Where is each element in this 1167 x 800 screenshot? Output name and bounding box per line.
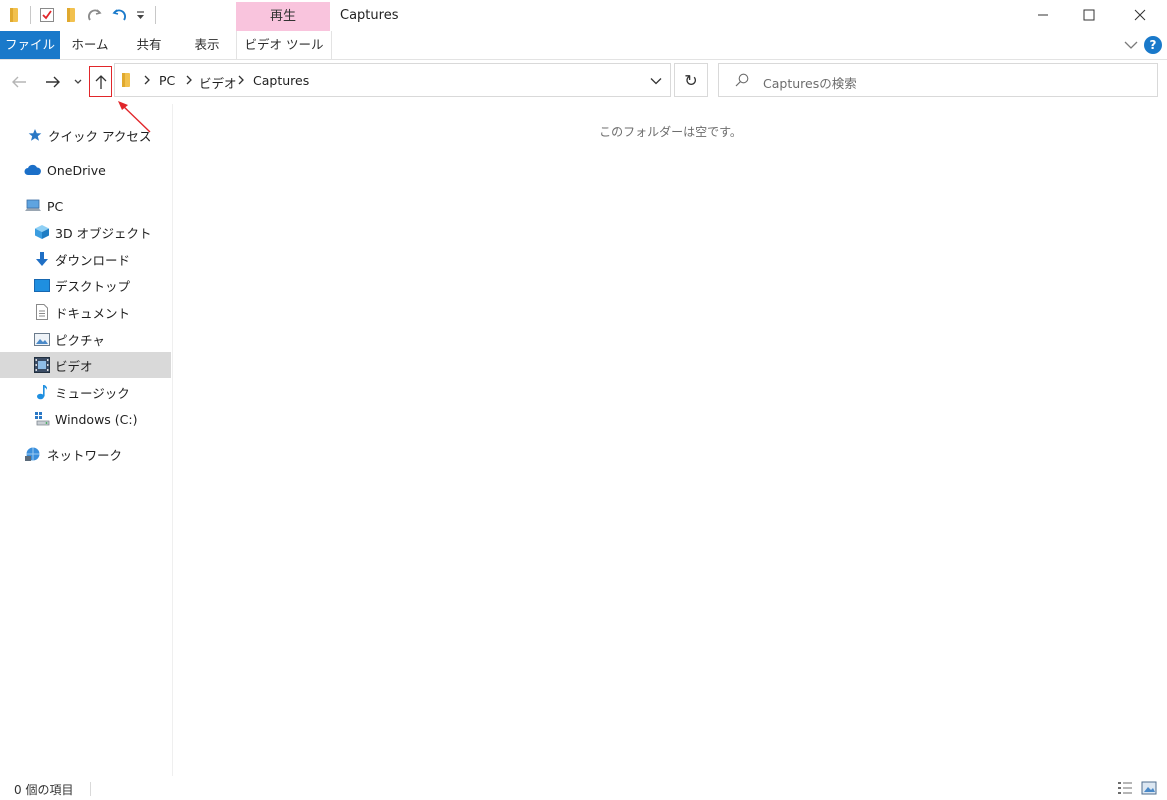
sidebar-item-windows-c[interactable]: Windows (C:) xyxy=(0,406,171,432)
tab-video-tools[interactable]: ビデオ ツール xyxy=(236,31,332,59)
sidebar-item-label: ドキュメント xyxy=(55,305,131,321)
sidebar-item-label: ダウンロード xyxy=(55,252,131,268)
cube-icon xyxy=(34,224,50,240)
title-bar: 再生 Captures xyxy=(0,0,1167,31)
new-folder-icon[interactable] xyxy=(63,6,79,24)
maximize-icon xyxy=(1083,9,1095,21)
refresh-icon: ↻ xyxy=(684,70,698,90)
refresh-button[interactable]: ↻ xyxy=(674,63,708,97)
toolbar-separator xyxy=(30,6,31,24)
sidebar-item-desktop[interactable]: デスクトップ xyxy=(0,272,171,298)
context-group-label: 再生 xyxy=(269,9,296,24)
breadcrumb-captures[interactable]: Captures xyxy=(253,73,309,88)
close-icon xyxy=(1134,9,1146,21)
chevron-right-icon xyxy=(144,75,150,85)
properties-icon[interactable] xyxy=(38,6,56,24)
chevron-right-icon xyxy=(238,75,244,85)
expand-ribbon-button[interactable] xyxy=(1121,37,1141,53)
film-icon xyxy=(34,357,50,373)
sidebar-item-label: ビデオ xyxy=(55,358,93,374)
context-tab-group: 再生 xyxy=(236,2,330,31)
sidebar-item-music[interactable]: ミュージック xyxy=(0,379,171,405)
desktop-icon xyxy=(34,277,50,293)
toolbar-separator xyxy=(155,6,156,24)
window-title: Captures xyxy=(340,8,399,23)
address-bar[interactable]: PC ビデオ Captures xyxy=(114,63,671,97)
large-icons-view-icon xyxy=(1141,781,1157,795)
redo-icon[interactable] xyxy=(86,6,104,24)
details-view-button[interactable] xyxy=(1117,780,1133,796)
chevron-down-icon xyxy=(74,79,82,84)
sidebar-item-label: PC xyxy=(47,198,64,214)
large-icons-view-button[interactable] xyxy=(1141,780,1157,796)
sidebar-item-videos[interactable]: ビデオ xyxy=(0,352,171,378)
computer-icon xyxy=(24,198,42,214)
tab-share[interactable]: 共有 xyxy=(120,31,178,59)
sidebar-item-quick-access[interactable]: クイック アクセス xyxy=(0,122,171,148)
maximize-button[interactable] xyxy=(1066,0,1112,30)
empty-folder-message: このフォルダーは空です。 xyxy=(599,125,742,139)
search-box[interactable]: Capturesの検索 xyxy=(718,63,1158,97)
status-separator xyxy=(90,782,91,796)
navigation-pane: クイック アクセス OneDrive PC 3D オブジェクト ダウンロード デ… xyxy=(0,104,173,776)
sidebar-item-label: 3D オブジェクト xyxy=(55,225,152,241)
sidebar-item-onedrive[interactable]: OneDrive xyxy=(0,157,171,183)
tab-file[interactable]: ファイル xyxy=(0,31,60,59)
sidebar-item-label: Windows (C:) xyxy=(55,411,138,427)
breadcrumb-pc[interactable]: PC xyxy=(159,73,175,88)
network-icon xyxy=(24,446,42,462)
chevron-right-icon xyxy=(186,75,192,85)
sidebar-item-pictures[interactable]: ピクチャ xyxy=(0,326,171,352)
sidebar-item-label: ネットワーク xyxy=(47,447,123,463)
forward-button[interactable] xyxy=(42,70,64,94)
back-arrow-icon xyxy=(12,76,26,88)
chevron-down-icon xyxy=(1124,41,1138,49)
minimize-button[interactable] xyxy=(1020,0,1066,30)
sidebar-item-label: クイック アクセス xyxy=(48,128,152,144)
status-bar: 0 個の項目 xyxy=(0,776,1167,800)
folder-icon xyxy=(122,73,130,87)
ribbon-tab-bar: ファイル ホーム 共有 表示 ビデオ ツール ? xyxy=(0,31,1167,60)
music-note-icon xyxy=(34,384,50,400)
tab-home[interactable]: ホーム xyxy=(60,31,120,59)
sidebar-item-pc[interactable]: PC xyxy=(0,193,171,219)
close-button[interactable] xyxy=(1117,0,1163,30)
sidebar-item-3d-objects[interactable]: 3D オブジェクト xyxy=(0,219,171,245)
download-arrow-icon xyxy=(34,251,50,267)
sidebar-item-label: ミュージック xyxy=(55,385,130,401)
address-history-button[interactable] xyxy=(645,72,667,90)
chevron-down-icon xyxy=(650,78,662,85)
minimize-icon xyxy=(1038,14,1048,16)
tab-view[interactable]: 表示 xyxy=(178,31,236,59)
customize-dropdown-icon[interactable] xyxy=(134,6,146,24)
details-view-icon xyxy=(1118,782,1132,794)
help-button[interactable]: ? xyxy=(1144,36,1162,54)
sidebar-item-network[interactable]: ネットワーク xyxy=(0,441,171,467)
folder-icon[interactable] xyxy=(6,6,22,24)
sidebar-item-label: ピクチャ xyxy=(55,332,105,348)
search-icon xyxy=(735,73,749,87)
document-icon xyxy=(34,304,50,320)
picture-icon xyxy=(34,331,50,347)
sidebar-item-label: デスクトップ xyxy=(55,278,131,294)
item-count: 0 個の項目 xyxy=(14,783,74,797)
sidebar-item-documents[interactable]: ドキュメント xyxy=(0,299,171,325)
undo-icon[interactable] xyxy=(110,6,128,24)
sidebar-item-downloads[interactable]: ダウンロード xyxy=(0,246,171,272)
file-list-area[interactable]: このフォルダーは空です。 xyxy=(174,104,1167,776)
star-icon xyxy=(27,127,43,143)
back-button[interactable] xyxy=(8,70,30,94)
breadcrumb-video[interactable]: ビデオ xyxy=(199,73,237,92)
search-placeholder: Capturesの検索 xyxy=(763,76,857,91)
cloud-icon xyxy=(24,162,42,178)
drive-icon xyxy=(34,411,50,427)
annotation-highlight-box xyxy=(89,66,112,97)
recent-locations-button[interactable] xyxy=(70,70,86,94)
sidebar-item-label: OneDrive xyxy=(47,162,106,178)
forward-arrow-icon xyxy=(46,76,60,88)
